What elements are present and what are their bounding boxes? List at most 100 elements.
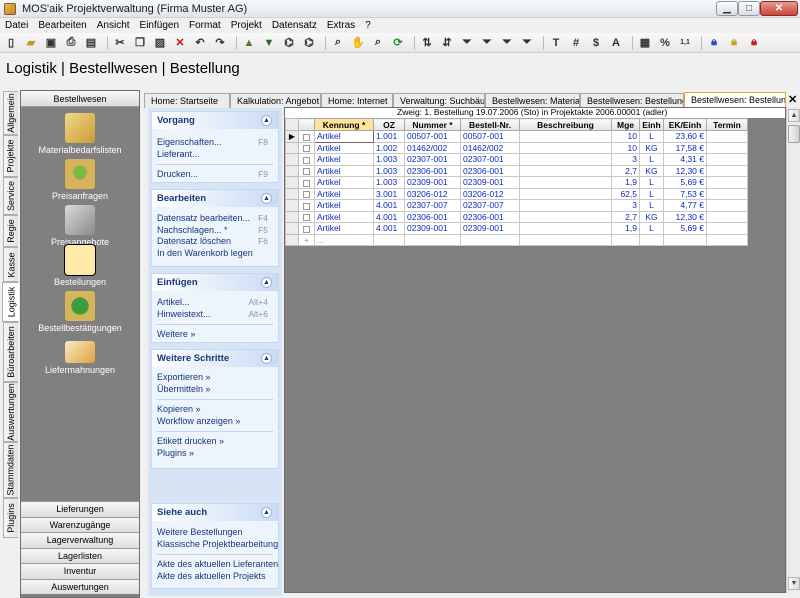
row-indicator[interactable]: [285, 153, 299, 166]
col-menge[interactable]: Mge: [611, 118, 640, 131]
grid-cell[interactable]: KG: [639, 141, 664, 154]
doctab-home-internet[interactable]: Home: Internet: [321, 93, 393, 108]
page-icon[interactable]: ▤: [83, 35, 99, 51]
table-row[interactable]: Artikel 1.003 02309-001 02309-001 1,9 L 5,69 €: [285, 176, 748, 189]
redo-icon[interactable]: ↷: [212, 35, 228, 51]
grid-cell[interactable]: 5,69 €: [663, 176, 707, 189]
open-folder-icon[interactable]: ▰: [23, 35, 39, 51]
grid-cell[interactable]: 4,31 €: [663, 153, 707, 166]
sort-ascending-icon[interactable]: ⇅: [419, 35, 435, 51]
print-preview-icon[interactable]: ▣: [43, 35, 59, 51]
print-icon[interactable]: ⎙: [63, 35, 79, 51]
grid-cell[interactable]: [706, 141, 748, 154]
grid-cell[interactable]: [404, 233, 461, 246]
grid-cell[interactable]: 10: [611, 141, 640, 154]
grid-cell[interactable]: [706, 164, 748, 177]
vtab-projekte[interactable]: Projekte: [3, 135, 18, 177]
undo-icon[interactable]: ↶: [192, 35, 208, 51]
alpha-format-icon[interactable]: A: [608, 35, 624, 51]
row-checkbox[interactable]: [303, 133, 310, 141]
grid-cell[interactable]: L: [639, 153, 664, 166]
scroll-up-icon[interactable]: ▲: [788, 109, 800, 122]
menu-ansicht[interactable]: Ansicht: [92, 20, 135, 31]
row-checkbox[interactable]: [303, 145, 310, 152]
menu-einfuegen[interactable]: Einfügen: [135, 20, 184, 31]
task-datensatz-loeschen[interactable]: Datensatz löschen F6: [152, 236, 278, 248]
row-checkbox-cell[interactable]: [298, 222, 315, 235]
binoculars-icon[interactable]: ⌬: [281, 35, 297, 51]
col-ek-einh[interactable]: EK/Einh: [663, 118, 707, 131]
grid-cell[interactable]: 4.001: [373, 210, 405, 223]
grid-cell[interactable]: Artikel: [314, 210, 374, 223]
task-exportieren[interactable]: Exportieren »: [152, 372, 278, 384]
menu-format[interactable]: Format: [184, 20, 226, 31]
table-row[interactable]: ▶ Artikel 1.001 00507-001 00507-001 10 L 23,60 …: [285, 130, 748, 143]
row-indicator[interactable]: [285, 222, 299, 235]
lock-blue-icon[interactable]: 🔒︎: [706, 35, 722, 51]
nav-warenzugaenge[interactable]: Warenzugänge: [21, 516, 139, 532]
grid-cell[interactable]: [460, 233, 520, 246]
vtab-stammdaten[interactable]: Stammdaten: [3, 442, 18, 498]
grid-cell[interactable]: 4.001: [373, 222, 405, 235]
task-eigenschaften[interactable]: Eigenschaften... F8: [152, 137, 278, 149]
vtab-logistik[interactable]: Logistik: [2, 282, 19, 322]
task-akte-lieferant[interactable]: Akte des aktuellen Lieferanten: [152, 559, 278, 571]
grid-cell[interactable]: Artikel: [314, 130, 374, 143]
doctab-kalkulation-angebot[interactable]: Kalkulation: Angebot: [230, 93, 321, 108]
nav-lagerverwaltung[interactable]: Lagerverwaltung: [21, 532, 139, 548]
arrow-down-icon[interactable]: ▼: [261, 35, 277, 51]
grid-cell[interactable]: Artikel: [314, 222, 374, 235]
table-row[interactable]: Artikel 4.001 02306-001 02306-001 2,7 KG 12,30…: [285, 210, 748, 223]
task-workflow[interactable]: Workflow anzeigen »: [152, 416, 278, 428]
table-row[interactable]: Artikel 1.003 02306-001 02306-001 2,7 KG 12,30…: [285, 164, 748, 177]
vtab-plugins[interactable]: Plugins: [3, 498, 18, 538]
dollar-format-icon[interactable]: $: [588, 35, 604, 51]
row-checkbox[interactable]: [303, 191, 310, 198]
copy-icon[interactable]: ❐: [132, 35, 148, 51]
col-oz[interactable]: OZ: [373, 118, 405, 131]
grid-cell[interactable]: 12,30 €: [663, 210, 707, 223]
grid-cell[interactable]: 02306-001: [460, 210, 520, 223]
decimal-icon[interactable]: 1,1: [677, 35, 693, 51]
grid-cell[interactable]: 2,7: [611, 164, 640, 177]
grid-cell[interactable]: 3: [611, 153, 640, 166]
menu-bearbeiten[interactable]: Bearbeiten: [33, 20, 91, 31]
maximize-button[interactable]: □: [738, 1, 760, 16]
nav-preisangebote[interactable]: Preisangebote: [21, 205, 139, 247]
grid-cell[interactable]: [519, 130, 612, 143]
grid-cell[interactable]: 03206-012: [460, 187, 520, 200]
task-group-header[interactable]: Vorgang ▲: [152, 112, 278, 129]
grid-cell[interactable]: 1.002: [373, 141, 405, 154]
grid-cell[interactable]: 02309-001: [460, 222, 520, 235]
grid-cell[interactable]: 02307-001: [404, 153, 461, 166]
calculator-icon[interactable]: ▦: [637, 35, 653, 51]
grid-cell[interactable]: [519, 187, 612, 200]
doctab-verwaltung-suchbaeume[interactable]: Verwaltung: Suchbäume: [393, 93, 485, 108]
col-einheit[interactable]: Einh: [639, 118, 664, 131]
task-plugins[interactable]: Plugins »: [152, 448, 278, 460]
row-checkbox-cell[interactable]: [298, 130, 315, 143]
grid-cell[interactable]: L: [639, 176, 664, 189]
scroll-down-icon[interactable]: ▼: [788, 577, 800, 590]
new-row[interactable]: +...: [285, 233, 748, 246]
doctab-bestellung[interactable]: Bestellwesen: Bestellung: [684, 92, 786, 108]
row-checkbox[interactable]: [303, 202, 310, 210]
col-kennung[interactable]: Kennung *: [314, 118, 374, 131]
row-indicator[interactable]: [285, 187, 299, 200]
grid-cell[interactable]: [519, 199, 612, 212]
grid-cell[interactable]: [373, 233, 405, 246]
col-beschreibung[interactable]: Beschreibung: [519, 118, 612, 131]
doctab-bestellungen[interactable]: Bestellwesen: Bestellungen: [580, 93, 684, 108]
row-indicator[interactable]: [285, 141, 299, 154]
grid-cell[interactable]: Artikel: [314, 187, 374, 200]
grid-cell[interactable]: 1.003: [373, 176, 405, 189]
row-checkbox[interactable]: [303, 214, 310, 221]
grid-cell[interactable]: KG: [639, 210, 664, 223]
row-checkbox[interactable]: [303, 168, 310, 175]
row-indicator[interactable]: [285, 233, 299, 246]
nav-materialbedarfslisten[interactable]: Materialbedarfslisten: [21, 113, 139, 155]
menu-extras[interactable]: Extras: [322, 20, 360, 31]
task-lieferant[interactable]: Lieferant...: [152, 149, 278, 161]
menu-datei[interactable]: Datei: [0, 20, 33, 31]
grid-cell[interactable]: 7,53 €: [663, 187, 707, 200]
